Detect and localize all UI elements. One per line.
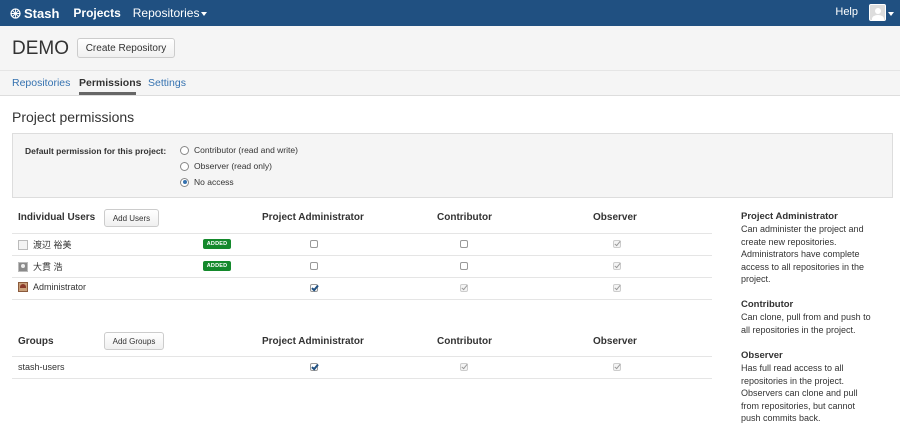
divider xyxy=(12,277,712,278)
users-table-heading: Individual Users xyxy=(18,212,96,223)
description-line: create new repositories. xyxy=(741,236,837,247)
logo-text: Stash xyxy=(24,5,60,21)
user-name[interactable]: 渡辺 裕美 xyxy=(33,238,72,251)
divider xyxy=(12,233,712,234)
description-line: Can clone, pull from and push to xyxy=(741,312,871,323)
add-users-button[interactable]: Add Users xyxy=(104,209,159,227)
description-contributor: Contributor Can clone, pull from and pus… xyxy=(741,299,891,336)
description-title: Project Administrator xyxy=(741,211,838,222)
page-title: Project permissions xyxy=(12,109,135,125)
radio-no-access[interactable]: No access xyxy=(180,177,234,187)
divider xyxy=(12,255,712,256)
radio-button-selected[interactable] xyxy=(180,177,189,187)
observer-checkbox[interactable] xyxy=(613,240,621,248)
user-name[interactable]: 大貫 浩 xyxy=(33,260,63,273)
observer-checkbox[interactable] xyxy=(613,363,621,371)
table-row: Administrator xyxy=(18,282,86,292)
avatar-body-icon xyxy=(872,15,884,20)
description-title: Observer xyxy=(741,350,783,361)
radio-button[interactable] xyxy=(180,145,189,155)
tab-permissions[interactable]: Permissions xyxy=(79,77,141,89)
admin-checkbox-checked[interactable] xyxy=(310,363,318,371)
stash-logo-icon xyxy=(10,7,21,19)
groups-table-heading: Groups xyxy=(18,336,54,347)
radio-contributor[interactable]: Contributor (read and write) xyxy=(180,145,298,155)
user-avatar-icon xyxy=(18,282,28,292)
admin-checkbox[interactable] xyxy=(310,262,318,270)
radio-label: No access xyxy=(194,177,234,187)
column-project-administrator: Project Administrator xyxy=(262,212,364,223)
chevron-down-icon xyxy=(201,11,208,16)
nav-repositories-dropdown[interactable]: Repositories xyxy=(133,6,208,20)
radio-label: Contributor (read and write) xyxy=(194,145,298,155)
observer-checkbox[interactable] xyxy=(613,262,621,270)
contributor-checkbox[interactable] xyxy=(460,240,468,248)
column-observer: Observer xyxy=(593,336,637,347)
contributor-checkbox[interactable] xyxy=(460,284,468,292)
project-header: DEMO Create Repository xyxy=(0,26,900,71)
avatar-head-icon xyxy=(875,8,881,14)
user-menu-chevron-down-icon[interactable] xyxy=(888,12,894,16)
group-name[interactable]: stash-users xyxy=(18,362,65,372)
description-line: all repositories in the project. xyxy=(741,324,856,335)
admin-checkbox-checked[interactable] xyxy=(310,284,318,292)
added-badge: ADDED xyxy=(203,261,231,271)
description-line: Administrators have complete xyxy=(741,249,860,260)
column-contributor: Contributor xyxy=(437,212,492,223)
description-title: Contributor xyxy=(741,299,794,310)
contributor-checkbox[interactable] xyxy=(460,262,468,270)
radio-observer[interactable]: Observer (read only) xyxy=(180,161,272,171)
description-line: from repositories, but cannot xyxy=(741,400,856,411)
column-observer: Observer xyxy=(593,212,637,223)
contributor-checkbox[interactable] xyxy=(460,363,468,371)
tab-settings[interactable]: Settings xyxy=(148,77,186,89)
tab-repositories[interactable]: Repositories xyxy=(12,77,70,89)
user-avatar-icon xyxy=(18,239,28,250)
divider xyxy=(12,299,712,300)
added-badge: ADDED xyxy=(203,239,231,249)
radio-button[interactable] xyxy=(180,161,189,171)
column-contributor: Contributor xyxy=(437,336,492,347)
divider xyxy=(12,378,712,379)
create-repository-button[interactable]: Create Repository xyxy=(77,38,175,58)
user-avatar-icon xyxy=(18,261,28,272)
user-avatar[interactable] xyxy=(869,4,886,21)
project-name: DEMO xyxy=(12,38,69,59)
user-name[interactable]: Administrator xyxy=(33,282,86,292)
description-line: Observers can clone and pull xyxy=(741,388,858,399)
description-observer: Observer Has full read access to all rep… xyxy=(741,350,891,424)
default-permission-panel: Default permission for this project: Con… xyxy=(12,133,893,198)
stash-logo[interactable]: Stash xyxy=(10,6,59,21)
nav-repositories-label: Repositories xyxy=(132,6,200,20)
description-line: project. xyxy=(741,274,771,285)
radio-label: Observer (read only) xyxy=(194,161,272,171)
default-permission-label: Default permission for this project: xyxy=(25,146,167,156)
active-tab-indicator xyxy=(79,92,136,95)
divider xyxy=(12,356,712,357)
admin-checkbox[interactable] xyxy=(310,240,318,248)
description-line: Has full read access to all xyxy=(741,363,844,374)
observer-checkbox[interactable] xyxy=(613,284,621,292)
table-row: 大貫 浩 xyxy=(18,260,63,273)
description-line: repositories in the project. xyxy=(741,375,845,386)
project-tabs: Repositories Permissions Settings xyxy=(0,71,900,96)
top-navigation-bar: Stash Projects Repositories Help xyxy=(0,0,900,26)
add-groups-button[interactable]: Add Groups xyxy=(104,332,164,350)
description-line: push commits back. xyxy=(741,413,821,424)
description-project-administrator: Project Administrator Can administer the… xyxy=(741,211,891,285)
column-project-administrator: Project Administrator xyxy=(262,336,364,347)
table-row: 渡辺 裕美 xyxy=(18,238,72,251)
description-line: access to all repositories in the xyxy=(741,261,865,272)
help-link[interactable]: Help xyxy=(835,6,858,18)
description-line: Can administer the project and xyxy=(741,224,864,235)
nav-projects-link[interactable]: Projects xyxy=(73,6,120,20)
